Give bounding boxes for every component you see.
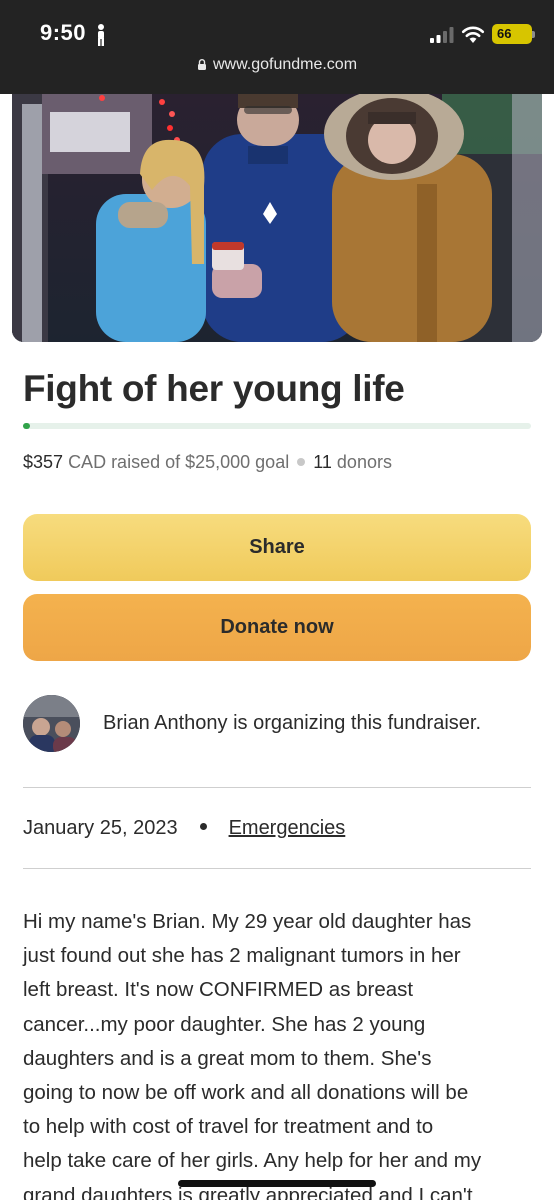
organizer-text: Brian Anthony is organizing this fundrai…: [103, 712, 481, 734]
meta-row: January 25, 2023 Emergencies: [23, 817, 345, 840]
category-link[interactable]: Emergencies: [229, 817, 346, 839]
story-line: cancer...my poor daughter. She has 2 you…: [23, 1012, 426, 1036]
battery-icon: 66: [492, 24, 532, 44]
fundraiser-title: Fight of her young life: [23, 368, 405, 409]
fundraiser-story: Hi my name's Brian. My 29 year old daugh…: [23, 905, 538, 1200]
donor-count: 11: [313, 452, 332, 472]
story-line: going to now be off work and all donatio…: [23, 1081, 469, 1105]
fundraiser-photo: [12, 94, 542, 342]
home-indicator: [178, 1180, 376, 1187]
signal-icon: [430, 27, 454, 43]
battery-level: 66: [497, 26, 512, 41]
bullet-separator: [199, 823, 207, 830]
wifi-icon: [461, 26, 485, 43]
url-text: www.gofundme.com: [212, 56, 358, 73]
story-line: Hi my name's Brian. My 29 year old daugh…: [23, 910, 472, 933]
raised-goal-text: CAD raised of $25,000 goal: [68, 452, 290, 472]
clock: 9:50: [40, 20, 87, 45]
divider: [23, 787, 531, 788]
status-bar: 9:50 66 www.gofundme.com: [0, 0, 554, 94]
avatar[interactable]: [23, 695, 80, 752]
progress-fill: [23, 423, 31, 429]
story-line: left breast. It's now CONFIRMED as breas…: [23, 978, 414, 1002]
lock-icon: [197, 59, 206, 70]
story-line: just found out she has 2 malignant tumor…: [23, 944, 461, 968]
story-line: daughters and is a great mom to them. Sh…: [23, 1046, 432, 1070]
separator-dot: [297, 458, 306, 466]
raised-summary: $357 CAD raised of $25,000 goal 11 donors: [23, 452, 392, 473]
person-icon: [98, 24, 104, 46]
created-date: January 25, 2023: [23, 817, 178, 839]
donate-now-button[interactable]: Donate now: [23, 594, 531, 661]
avatar-photo: [23, 695, 80, 752]
divider: [23, 868, 531, 869]
story-line: help take care of her girls. Any help fo…: [23, 1149, 482, 1173]
donor-label: donors: [336, 452, 392, 472]
raised-amount: $357: [23, 452, 64, 472]
share-button[interactable]: Share: [23, 514, 531, 581]
progress-bar: [23, 423, 531, 429]
address-bar[interactable]: www.gofundme.com: [0, 56, 554, 74]
battery-tip: [532, 31, 535, 38]
story-line: to help with cost of travel for treatmen…: [23, 1115, 434, 1139]
hero-illustration: [12, 94, 542, 342]
